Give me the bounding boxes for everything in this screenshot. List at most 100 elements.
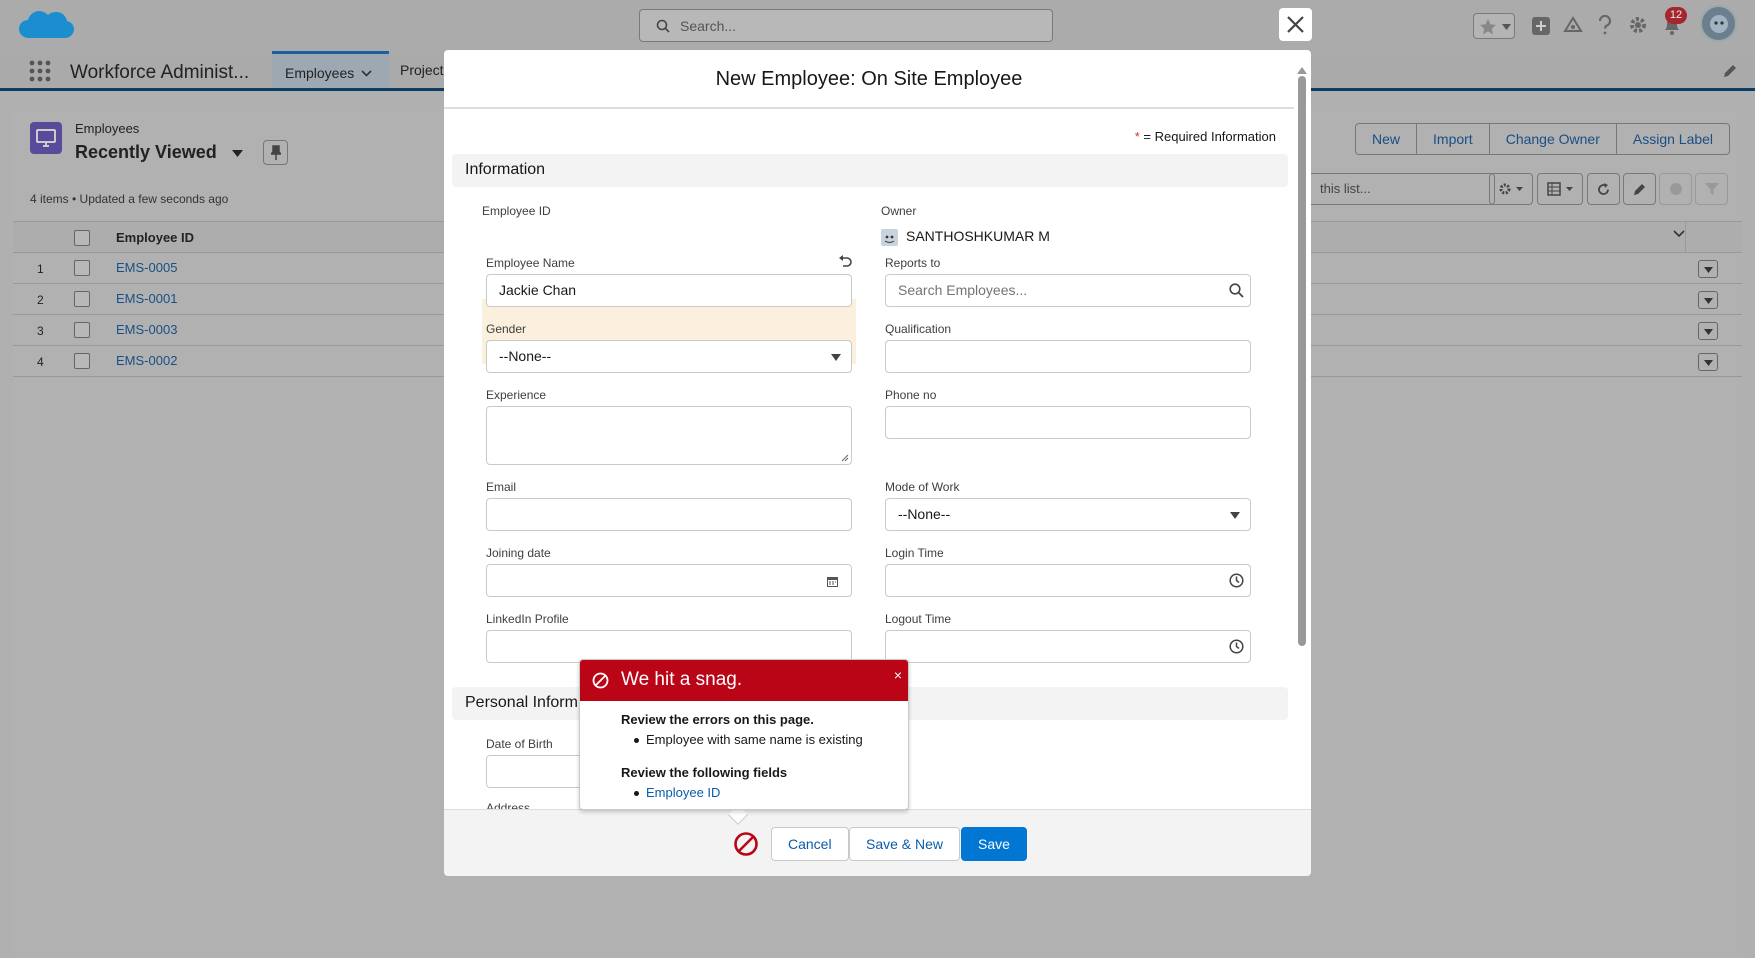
tab-employees[interactable]: Employees bbox=[272, 51, 389, 88]
employee-id-link[interactable]: EMS-0001 bbox=[116, 291, 177, 306]
row-number: 1 bbox=[37, 262, 44, 276]
employee-id-link[interactable]: EMS-0003 bbox=[116, 322, 177, 337]
close-popover-button[interactable]: × bbox=[894, 667, 902, 683]
row-checkbox[interactable] bbox=[74, 353, 90, 369]
error-icon bbox=[592, 672, 609, 689]
login-time-input[interactable] bbox=[885, 564, 1251, 597]
modal-scrollbar[interactable] bbox=[1297, 66, 1307, 826]
row-actions-button[interactable] bbox=[1698, 291, 1718, 309]
app-name: Workforce Administ... bbox=[70, 62, 250, 83]
reports-to-lookup[interactable]: Search Employees... bbox=[885, 274, 1251, 307]
employee-id-link[interactable]: EMS-0002 bbox=[116, 353, 177, 368]
assign-label-button[interactable]: Assign Label bbox=[1617, 124, 1729, 154]
list-search-placeholder: this list... bbox=[1320, 181, 1371, 196]
logout-time-input[interactable] bbox=[885, 630, 1251, 663]
save-button[interactable]: Save bbox=[961, 827, 1027, 861]
add-icon[interactable] bbox=[1531, 16, 1551, 36]
trailhead-icon[interactable] bbox=[1563, 15, 1583, 35]
chevron-down-icon bbox=[831, 354, 841, 361]
filter-button[interactable] bbox=[1695, 173, 1728, 205]
tab-projects-label: Projects bbox=[400, 62, 447, 78]
fields-heading: Review the following fields bbox=[621, 765, 788, 780]
list-view-title[interactable]: Recently Viewed bbox=[75, 142, 243, 163]
joining-date-label: Joining date bbox=[486, 546, 551, 560]
error-icon[interactable] bbox=[733, 831, 759, 857]
table-icon bbox=[1547, 182, 1573, 196]
charts-button[interactable] bbox=[1659, 173, 1692, 205]
clock-icon[interactable] bbox=[1229, 639, 1244, 654]
edit-list-button[interactable] bbox=[1623, 173, 1656, 205]
modal-footer: Cancel Save & New Save bbox=[444, 809, 1311, 876]
email-input[interactable] bbox=[486, 498, 852, 531]
owner-value[interactable]: SANTHOSHKUMAR M bbox=[906, 228, 1050, 244]
error-item: Employee with same name is existing bbox=[634, 732, 863, 747]
employees-object-icon bbox=[30, 122, 62, 154]
list-settings-button[interactable] bbox=[1489, 173, 1533, 205]
chevron-down-icon[interactable] bbox=[1673, 230, 1685, 238]
list-view-name: Recently Viewed bbox=[75, 142, 217, 162]
select-all-checkbox[interactable] bbox=[74, 230, 90, 246]
reports-to-label: Reports to bbox=[885, 256, 941, 270]
chevron-down-icon bbox=[1230, 512, 1240, 519]
app-launcher-icon[interactable] bbox=[29, 60, 51, 82]
display-as-button[interactable] bbox=[1537, 173, 1583, 205]
new-button[interactable]: New bbox=[1356, 124, 1418, 154]
user-avatar[interactable] bbox=[1700, 5, 1737, 42]
row-checkbox[interactable] bbox=[74, 322, 90, 338]
gender-select[interactable]: --None-- bbox=[486, 340, 852, 373]
favorites-button[interactable] bbox=[1473, 13, 1515, 39]
section-personal-title: Personal Inform bbox=[465, 694, 578, 711]
undo-icon[interactable] bbox=[838, 254, 852, 268]
clock-icon[interactable] bbox=[1229, 573, 1244, 588]
experience-textarea[interactable] bbox=[486, 406, 852, 465]
edit-nav-icon[interactable] bbox=[1722, 63, 1738, 79]
required-text: = Required Information bbox=[1143, 129, 1276, 144]
section-information[interactable]: Information bbox=[452, 154, 1288, 187]
scroll-thumb[interactable] bbox=[1298, 76, 1306, 646]
row-number: 2 bbox=[37, 293, 44, 307]
row-actions-button[interactable] bbox=[1698, 260, 1718, 278]
change-owner-button[interactable]: Change Owner bbox=[1490, 124, 1617, 154]
logout-time-label: Logout Time bbox=[885, 612, 952, 626]
pin-list-button[interactable] bbox=[263, 140, 288, 165]
help-icon[interactable] bbox=[1596, 15, 1614, 35]
column-header-employee-id[interactable]: Employee ID bbox=[116, 230, 194, 245]
chevron-down-icon[interactable] bbox=[361, 70, 372, 77]
search-icon bbox=[656, 19, 670, 33]
required-star: * bbox=[1134, 129, 1140, 144]
chevron-down-icon bbox=[1704, 298, 1713, 304]
row-checkbox[interactable] bbox=[74, 260, 90, 276]
tab-projects[interactable]: Projects bbox=[387, 51, 447, 88]
gear-icon[interactable] bbox=[1628, 15, 1648, 35]
list-meta: 4 items • Updated a few seconds ago bbox=[30, 192, 229, 206]
chevron-down-icon bbox=[1704, 329, 1713, 335]
qualification-input[interactable] bbox=[885, 340, 1251, 373]
chevron-down-icon[interactable] bbox=[231, 149, 243, 157]
modal-close-button[interactable] bbox=[1279, 8, 1312, 41]
global-search-input[interactable]: Search... bbox=[639, 9, 1053, 42]
error-field-link[interactable]: Employee ID bbox=[633, 785, 720, 800]
row-checkbox[interactable] bbox=[74, 291, 90, 307]
resize-handle-icon[interactable] bbox=[841, 454, 849, 462]
calendar-icon[interactable] bbox=[826, 575, 839, 588]
row-actions-button[interactable] bbox=[1698, 322, 1718, 340]
gear-icon bbox=[1499, 183, 1523, 195]
joining-date-input[interactable] bbox=[486, 564, 852, 597]
pencil-icon bbox=[1634, 184, 1645, 195]
search-icon bbox=[1229, 283, 1244, 298]
refresh-button[interactable] bbox=[1587, 173, 1620, 205]
import-button[interactable]: Import bbox=[1417, 124, 1490, 154]
mode-of-work-select[interactable]: --None-- bbox=[885, 498, 1251, 531]
login-time-label: Login Time bbox=[885, 546, 944, 560]
list-search-input[interactable]: this list... bbox=[1303, 173, 1495, 205]
save-and-new-button[interactable]: Save & New bbox=[849, 827, 961, 861]
employee-name-input[interactable]: Jackie Chan bbox=[486, 274, 852, 307]
phone-input[interactable] bbox=[885, 406, 1251, 439]
tab-employees-label: Employees bbox=[285, 65, 355, 81]
employee-id-link[interactable]: EMS-0005 bbox=[116, 260, 177, 275]
cancel-button[interactable]: Cancel bbox=[771, 827, 849, 861]
salesforce-logo[interactable] bbox=[17, 6, 77, 46]
row-actions-button[interactable] bbox=[1698, 353, 1718, 371]
mode-of-work-label: Mode of Work bbox=[885, 480, 960, 494]
scroll-up-icon[interactable] bbox=[1297, 66, 1307, 74]
